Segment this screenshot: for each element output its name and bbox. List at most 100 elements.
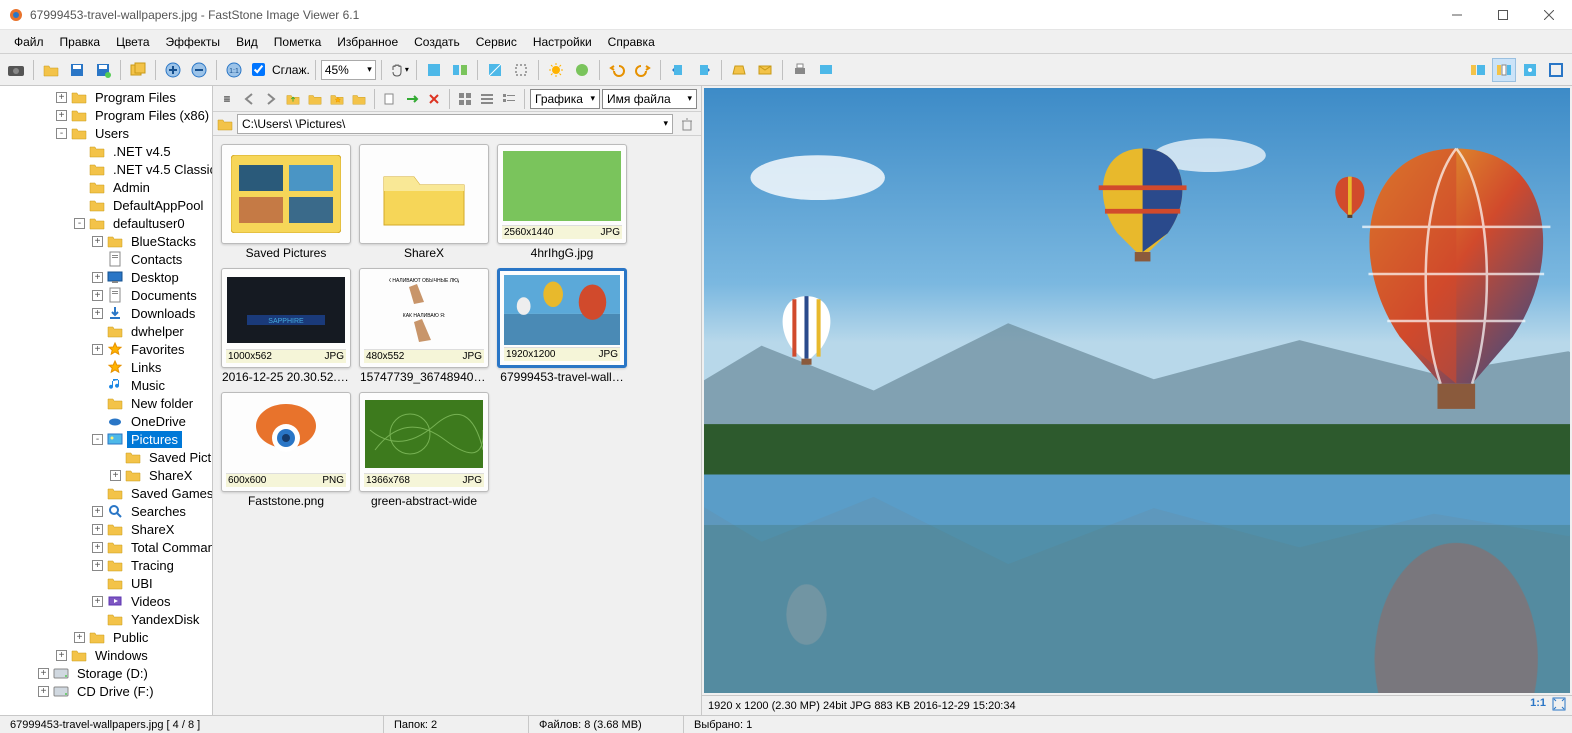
filter-combo[interactable]: Графика▾	[530, 89, 600, 109]
tree-item[interactable]: +Total Commander	[0, 538, 212, 556]
nav-fav-button[interactable]	[327, 89, 347, 109]
tree-item[interactable]: Admin	[0, 178, 212, 196]
copy-button[interactable]	[380, 89, 400, 109]
scan-button[interactable]	[727, 58, 751, 82]
zoom-combo[interactable]: 45%▾	[321, 60, 376, 80]
capture-button[interactable]	[4, 58, 28, 82]
save-button[interactable]	[65, 58, 89, 82]
tree-item[interactable]: +Favorites	[0, 340, 212, 358]
menu-справка[interactable]: Справка	[600, 33, 663, 51]
tree-item[interactable]: +Tracing	[0, 556, 212, 574]
email-button[interactable]	[753, 58, 777, 82]
rotate-left-button[interactable]	[666, 58, 690, 82]
menu-избранное[interactable]: Избранное	[329, 33, 406, 51]
print-button[interactable]	[788, 58, 812, 82]
minimize-button[interactable]	[1434, 0, 1480, 30]
tree-item[interactable]: Music	[0, 376, 212, 394]
thumbnail-item[interactable]: 600x600PNGFaststone.png	[221, 392, 351, 508]
zoom-out-button[interactable]	[187, 58, 211, 82]
fit-icon[interactable]	[1552, 697, 1566, 714]
view-mode-3[interactable]	[1518, 58, 1542, 82]
tree-item[interactable]: +ShareX	[0, 466, 212, 484]
menu-создать[interactable]: Создать	[406, 33, 468, 51]
redo-button[interactable]	[631, 58, 655, 82]
zoom-actual-button[interactable]: 1:1	[222, 58, 246, 82]
thumbnail-item[interactable]: 2560x1440JPG4hrIhgG.jpg	[497, 144, 627, 260]
nav-forward-button[interactable]	[261, 89, 281, 109]
tree-item[interactable]: YandexDisk	[0, 610, 212, 628]
thumbnail-item[interactable]: ShareX	[359, 144, 489, 260]
trash-button[interactable]	[677, 114, 697, 134]
tree-item[interactable]: +Documents	[0, 286, 212, 304]
nav-up-button[interactable]	[283, 89, 303, 109]
tree-item[interactable]: Saved Pictures	[0, 448, 212, 466]
delete-button[interactable]	[424, 89, 444, 109]
tree-item[interactable]: +ShareX	[0, 520, 212, 538]
menu-пометка[interactable]: Пометка	[266, 33, 330, 51]
menu-вид[interactable]: Вид	[228, 33, 266, 51]
thumb-detail-button[interactable]	[499, 89, 519, 109]
wallpaper-button[interactable]	[814, 58, 838, 82]
tree-item[interactable]: Links	[0, 358, 212, 376]
tree-item[interactable]: +Public	[0, 628, 212, 646]
menu-правка[interactable]: Правка	[52, 33, 109, 51]
nav-menu-button[interactable]: ≡	[217, 89, 237, 109]
tree-item[interactable]: DefaultAppPool	[0, 196, 212, 214]
tree-item[interactable]: Contacts	[0, 250, 212, 268]
tree-item[interactable]: dwhelper	[0, 322, 212, 340]
batch-convert-button[interactable]	[126, 58, 150, 82]
path-input[interactable]: C:\Users\ \Pictures\▾	[237, 114, 673, 134]
thumb-list-button[interactable]	[477, 89, 497, 109]
menu-сервис[interactable]: Сервис	[468, 33, 525, 51]
rotate-right-button[interactable]	[692, 58, 716, 82]
open-button[interactable]	[39, 58, 63, 82]
folder-tree[interactable]: +Program Files+Program Files (x86)-Users…	[0, 86, 212, 715]
fullscreen-button[interactable]	[1544, 58, 1568, 82]
saveas-button[interactable]	[91, 58, 115, 82]
thumbnail-item[interactable]: 1920x1200JPG67999453-travel-wall…	[497, 268, 627, 384]
thumbnail-item[interactable]: 1366x768JPGgreen-abstract-wide	[359, 392, 489, 508]
preview-image[interactable]	[704, 88, 1570, 693]
menu-цвета[interactable]: Цвета	[108, 33, 157, 51]
adjust-button[interactable]	[483, 58, 507, 82]
view-mode-1[interactable]	[1466, 58, 1490, 82]
tree-item[interactable]: +Program Files (x86)	[0, 106, 212, 124]
tree-item[interactable]: +Windows	[0, 646, 212, 664]
tree-item[interactable]: .NET v4.5	[0, 142, 212, 160]
menu-файл[interactable]: Файл	[6, 33, 52, 51]
move-button[interactable]	[402, 89, 422, 109]
menu-эффекты[interactable]: Эффекты	[158, 33, 229, 51]
crop-button[interactable]	[509, 58, 533, 82]
thumbnail-item[interactable]: Saved Pictures	[221, 144, 351, 260]
thumbnail-item[interactable]: SAPPHIRE1000x562JPG2016-12-25 20.30.52.j…	[221, 268, 351, 384]
nav-back-button[interactable]	[239, 89, 259, 109]
tree-item[interactable]: Saved Games	[0, 484, 212, 502]
tree-item[interactable]: -Users	[0, 124, 212, 142]
thumbnail-grid[interactable]: Saved PicturesShareX2560x1440JPG4hrIhgG.…	[213, 136, 701, 715]
nav-refresh-button[interactable]	[305, 89, 325, 109]
tree-item[interactable]: +Searches	[0, 502, 212, 520]
view-mode-2[interactable]	[1492, 58, 1516, 82]
sort-combo[interactable]: Имя файла▾	[602, 89, 697, 109]
tree-item[interactable]: .NET v4.5 Classic	[0, 160, 212, 178]
menu-настройки[interactable]: Настройки	[525, 33, 600, 51]
tree-item[interactable]: +Desktop	[0, 268, 212, 286]
sharpen-button[interactable]	[570, 58, 594, 82]
tree-item[interactable]: +Program Files	[0, 88, 212, 106]
tree-item[interactable]: +CD Drive (F:)	[0, 682, 212, 700]
thumbnail-item[interactable]: КАК НАЛИВАЮТ ОБЫЧНЫЕ ЛЮДИ:КАК НАЛИВАЮ Я:…	[359, 268, 489, 384]
tree-item[interactable]: New folder	[0, 394, 212, 412]
undo-button[interactable]	[605, 58, 629, 82]
tree-item[interactable]: OneDrive	[0, 412, 212, 430]
tree-item[interactable]: +BlueStacks	[0, 232, 212, 250]
tree-item[interactable]: +Storage (D:)	[0, 664, 212, 682]
smooth-checkbox[interactable]: Сглаж.	[248, 60, 310, 79]
tree-item[interactable]: +Downloads	[0, 304, 212, 322]
nav-newfolder-button[interactable]	[349, 89, 369, 109]
tree-item[interactable]: -defaultuser0	[0, 214, 212, 232]
zoom-in-button[interactable]	[161, 58, 185, 82]
tree-item[interactable]: -Pictures	[0, 430, 212, 448]
slideshow-button[interactable]	[422, 58, 446, 82]
thumb-grid-button[interactable]	[455, 89, 475, 109]
tree-item[interactable]: UBI	[0, 574, 212, 592]
